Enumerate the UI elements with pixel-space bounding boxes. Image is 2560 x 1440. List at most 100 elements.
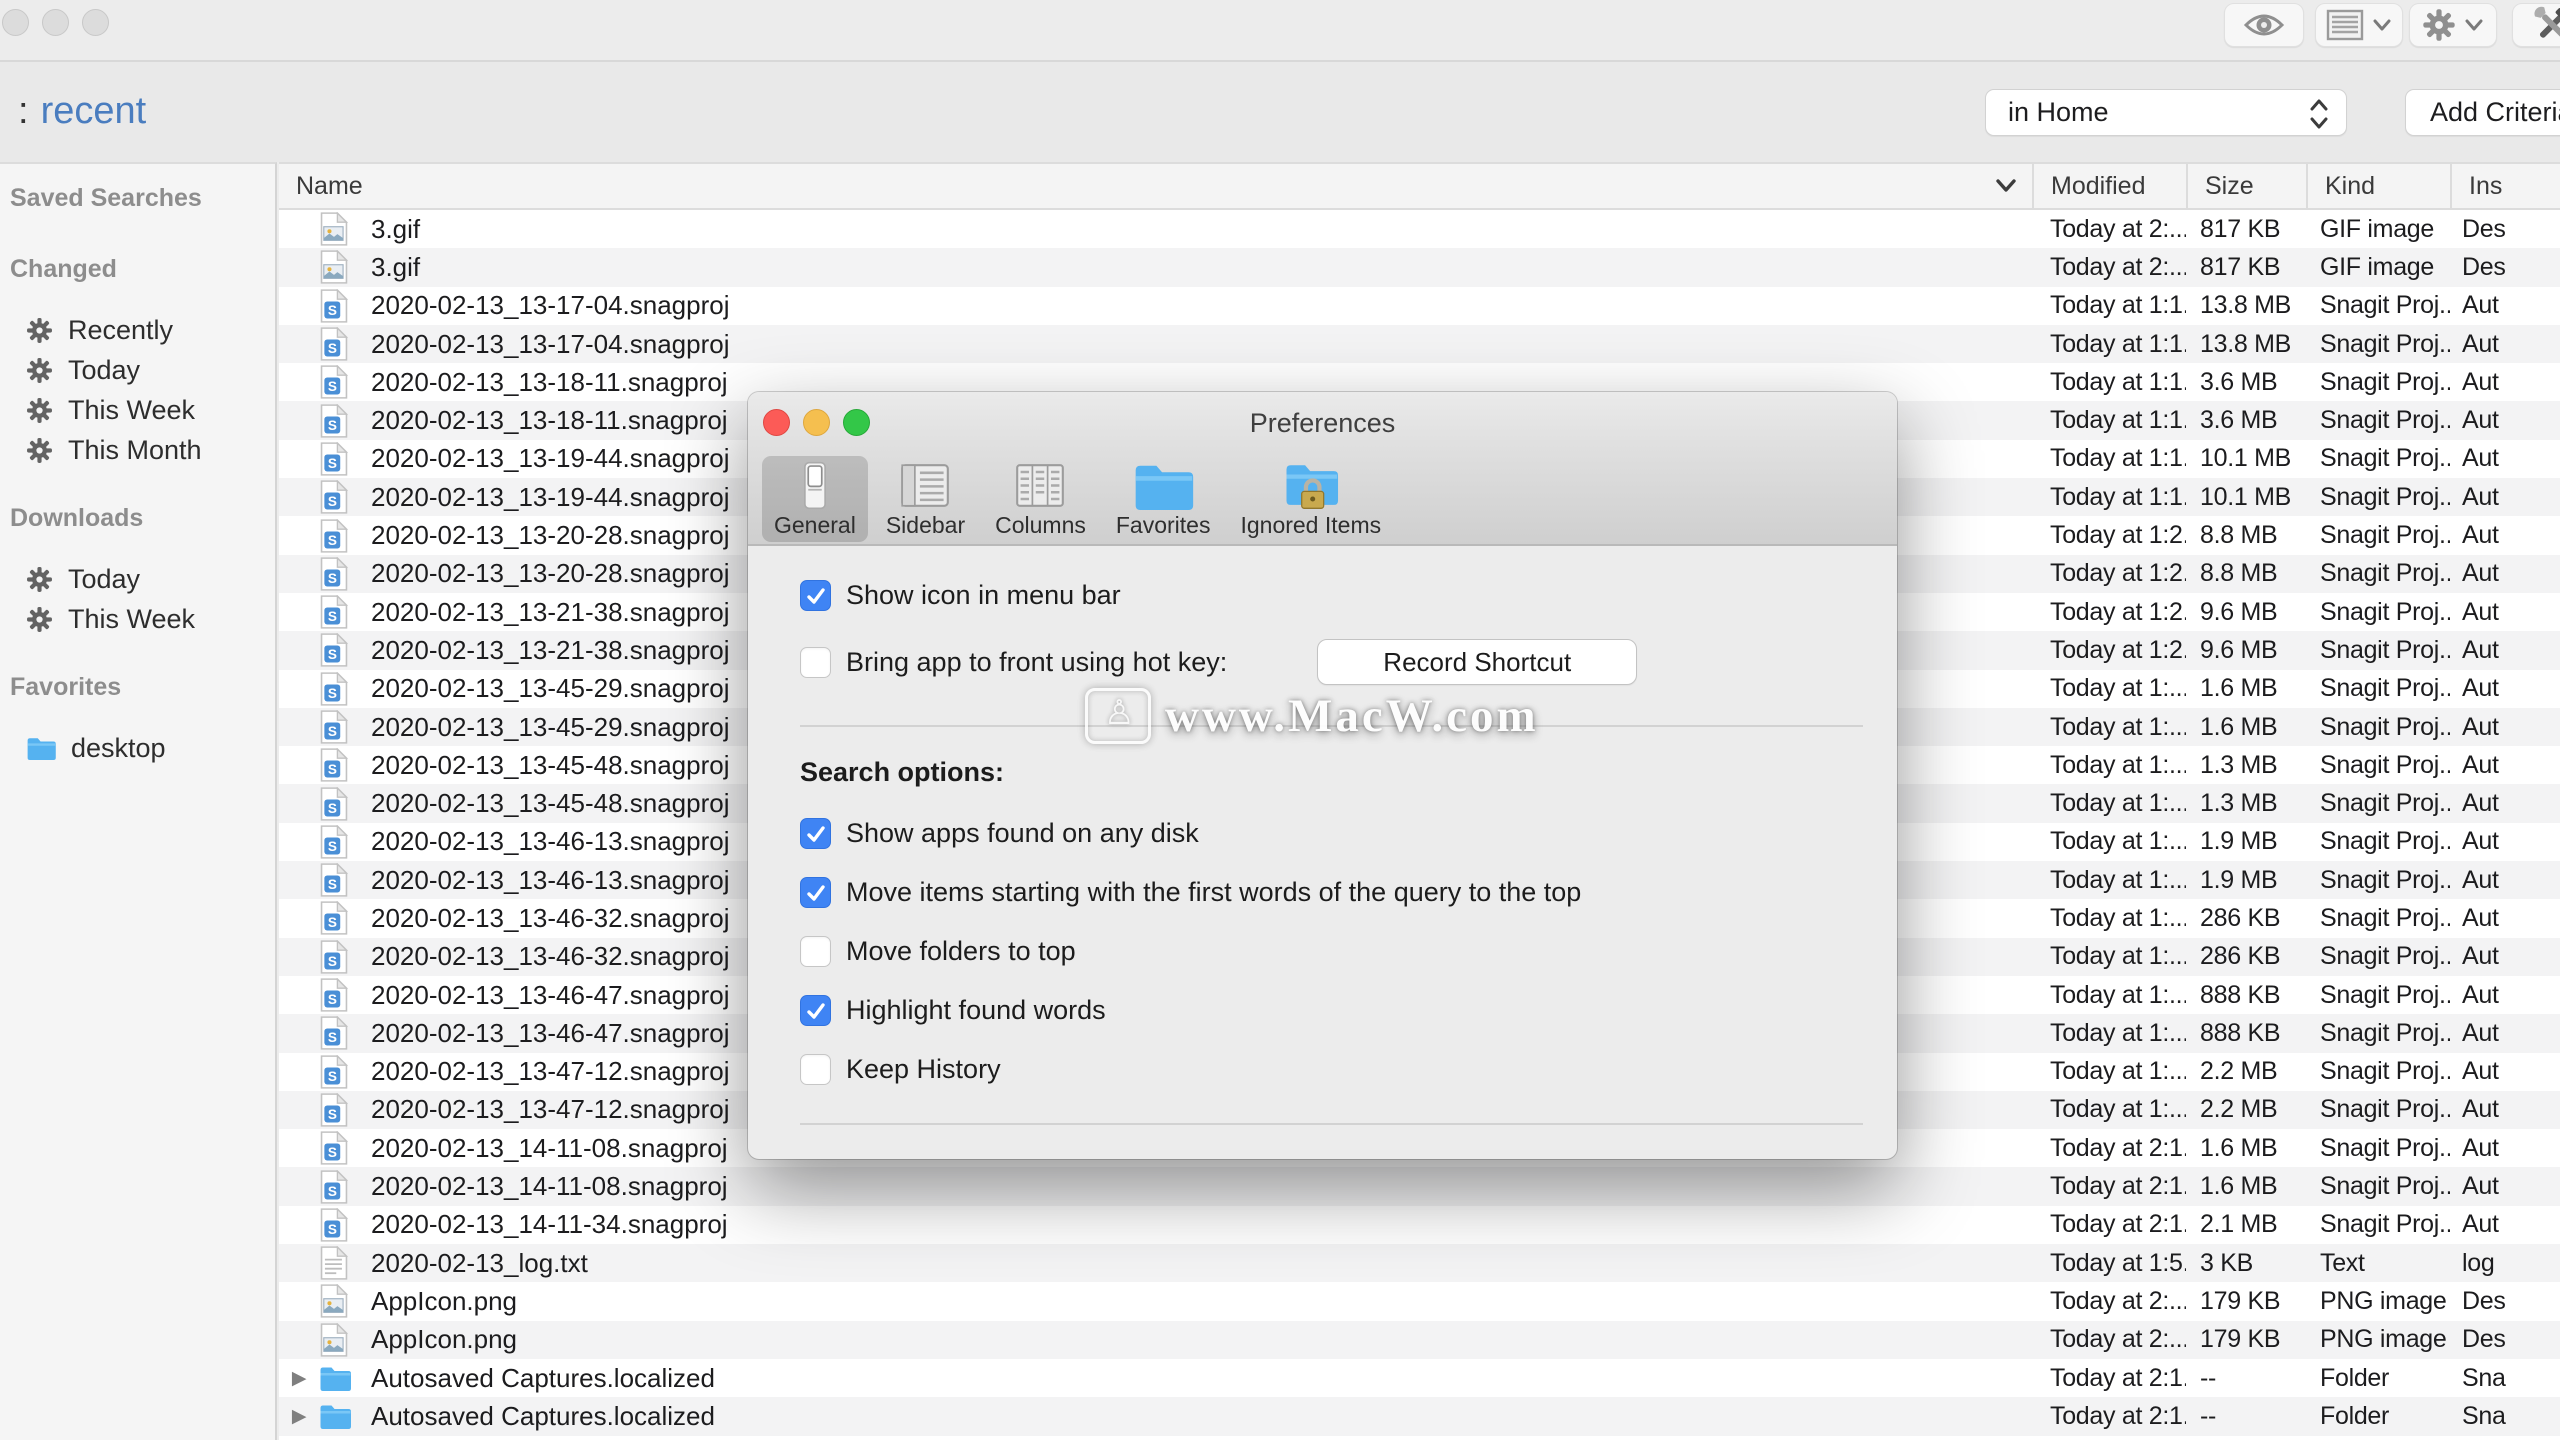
add-criteria-button[interactable]: Add Criteria: [2405, 89, 2560, 136]
checkbox-show-apps-found[interactable]: Show apps found on any disk: [800, 818, 1867, 849]
snagit-file-icon: S: [319, 748, 353, 782]
snagit-file-icon: S: [319, 595, 353, 629]
file-modified: Today at 1:1...: [2032, 330, 2186, 359]
scope-select[interactable]: in Home: [1985, 89, 2347, 136]
file-name: 2020-02-13_13-46-32.snagproj: [371, 941, 730, 972]
file-name: Autosaved Captures.localized: [371, 1363, 715, 1394]
file-size: 13.8 MB: [2186, 291, 2306, 320]
table-row[interactable]: ▶ AppIcon.png Today at 2:... 179 KB PNG …: [279, 1321, 2560, 1359]
file-name: 2020-02-13_13-17-04.snagproj: [371, 290, 730, 321]
file-kind: Snagit Proj...: [2306, 521, 2450, 550]
gear-icon: [26, 317, 53, 344]
page-title-prefix: :: [18, 90, 29, 132]
checkbox-show-icon-menu-bar[interactable]: Show icon in menu bar: [800, 580, 1867, 611]
preferences-general-pane: Show icon in menu bar Bring app to front…: [748, 546, 1897, 1159]
table-row[interactable]: ▶ Autosaved Captures.localized Today at …: [279, 1359, 2560, 1397]
file-kind: Folder: [2306, 1364, 2450, 1393]
table-row[interactable]: ▶ S 2020-02-13_14-11-08.snagproj Today a…: [279, 1167, 2560, 1205]
window-zoom-button[interactable]: [82, 9, 109, 36]
file-name: AppIcon.png: [371, 1324, 517, 1355]
column-header-ins[interactable]: Ins: [2450, 164, 2560, 208]
svg-text:S: S: [328, 533, 337, 548]
file-modified: Today at 2:...: [2032, 215, 2186, 244]
gear-icon: [26, 437, 53, 464]
toolbar-eye-button[interactable]: [2224, 3, 2304, 47]
checkbox-move-items-starting[interactable]: Move items starting with the first words…: [800, 877, 1867, 908]
add-criteria-label: Add Criteria: [2430, 97, 2560, 128]
snagit-file-icon: S: [319, 519, 353, 553]
file-ins: Aut: [2450, 1095, 2560, 1124]
sidebar-item-this-week[interactable]: This Week: [8, 599, 275, 639]
table-row[interactable]: ▶ S 2020-02-13_14-11-34.snagproj Today a…: [279, 1206, 2560, 1244]
table-row[interactable]: ▶ AppIcon.png Today at 2:... 179 KB PNG …: [279, 1282, 2560, 1320]
table-row[interactable]: ▶ 2020-02-13_log.txt Today at 1:5... 3 K…: [279, 1244, 2560, 1282]
table-row[interactable]: ▶ 3.gif Today at 2:... 817 KB GIF image …: [279, 248, 2560, 286]
tab-general[interactable]: General: [762, 456, 868, 542]
column-header-name[interactable]: Name: [279, 164, 2032, 208]
sidebar-item-recently[interactable]: Recently: [8, 310, 275, 350]
file-size: 10.1 MB: [2186, 444, 2306, 473]
file-ins: Sna: [2450, 1402, 2560, 1431]
checkbox-hot-key[interactable]: Bring app to front using hot key: Record…: [800, 639, 1867, 685]
table-row[interactable]: ▶ S 2020-02-13_13-17-04.snagproj Today a…: [279, 325, 2560, 363]
snagit-file-icon: S: [319, 863, 353, 897]
file-kind: PNG image: [2306, 1287, 2450, 1316]
file-kind: Snagit Proj...: [2306, 483, 2450, 512]
sidebar-item-this-week[interactable]: This Week: [8, 390, 275, 430]
tab-ignored-items[interactable]: Ignored Items: [1228, 456, 1393, 542]
eye-icon: [2243, 11, 2285, 39]
dialog-close-button[interactable]: [763, 409, 790, 436]
file-kind: Snagit Proj...: [2306, 789, 2450, 818]
svg-text:S: S: [328, 456, 337, 471]
column-header-modified[interactable]: Modified: [2032, 164, 2186, 208]
tab-favorites[interactable]: Favorites: [1104, 456, 1223, 542]
snagit-file-icon: S: [319, 1016, 353, 1050]
file-name: 2020-02-13_13-47-12.snagproj: [371, 1094, 730, 1125]
window-minimize-button[interactable]: [42, 9, 69, 36]
checkbox-move-folders-to[interactable]: Move folders to top: [800, 936, 1867, 967]
sidebar: Saved Searches Changed Recently Today Th…: [0, 162, 277, 1440]
file-size: 1.6 MB: [2186, 674, 2306, 703]
file-size: --: [2186, 1364, 2306, 1393]
file-kind: Snagit Proj...: [2306, 866, 2450, 895]
toolbar-tools-button[interactable]: [2512, 3, 2560, 47]
dialog-zoom-button[interactable]: [843, 409, 870, 436]
table-row[interactable]: ▶: [279, 1436, 2560, 1440]
checkbox-box: [800, 580, 831, 611]
snagit-file-icon: S: [319, 557, 353, 591]
sidebar-item-today[interactable]: Today: [8, 559, 275, 599]
dialog-minimize-button[interactable]: [803, 409, 830, 436]
folder-icon: [1131, 461, 1195, 510]
sidebar-item-desktop[interactable]: desktop: [8, 728, 275, 768]
toolbar-actions-button[interactable]: [2409, 3, 2497, 47]
disclosure-triangle-icon[interactable]: ▶: [279, 1405, 319, 1428]
file-kind: Snagit Proj...: [2306, 330, 2450, 359]
table-row[interactable]: ▶ 3.gif Today at 2:... 817 KB GIF image …: [279, 210, 2560, 248]
column-header-size[interactable]: Size: [2186, 164, 2306, 208]
checkbox-box: [800, 995, 831, 1026]
sidebar-item-this-month[interactable]: This Month: [8, 430, 275, 470]
preferences-tab-bar: General Sidebar Columns Favorites Ignore…: [748, 454, 1897, 546]
toolbar-view-options-button[interactable]: [2315, 3, 2403, 47]
file-ins: Des: [2450, 253, 2560, 282]
file-modified: Today at 2:...: [2032, 1287, 2186, 1316]
checkbox-keep-history[interactable]: Keep History: [800, 1054, 1867, 1085]
file-ins: Aut: [2450, 827, 2560, 856]
sidebar-item-today[interactable]: Today: [8, 350, 275, 390]
record-shortcut-button[interactable]: Record Shortcut: [1317, 639, 1637, 685]
tab-sidebar[interactable]: Sidebar: [874, 456, 977, 542]
file-size: 1.3 MB: [2186, 751, 2306, 780]
snagit-file-icon: S: [319, 1170, 353, 1204]
file-ins: Aut: [2450, 789, 2560, 818]
disclosure-triangle-icon[interactable]: ▶: [279, 1367, 319, 1390]
table-row[interactable]: ▶ S 2020-02-13_13-17-04.snagproj Today a…: [279, 287, 2560, 325]
svg-text:S: S: [328, 609, 337, 624]
table-row[interactable]: ▶ Autosaved Captures.localized Today at …: [279, 1397, 2560, 1435]
file-modified: Today at 1:2...: [2032, 559, 2186, 588]
svg-text:S: S: [328, 647, 337, 662]
checkbox-highlight-found-words[interactable]: Highlight found words: [800, 995, 1867, 1026]
tab-columns[interactable]: Columns: [983, 456, 1098, 542]
window-close-button[interactable]: [2, 9, 29, 36]
column-header-kind[interactable]: Kind: [2306, 164, 2450, 208]
preferences-titlebar[interactable]: Preferences: [748, 392, 1897, 454]
